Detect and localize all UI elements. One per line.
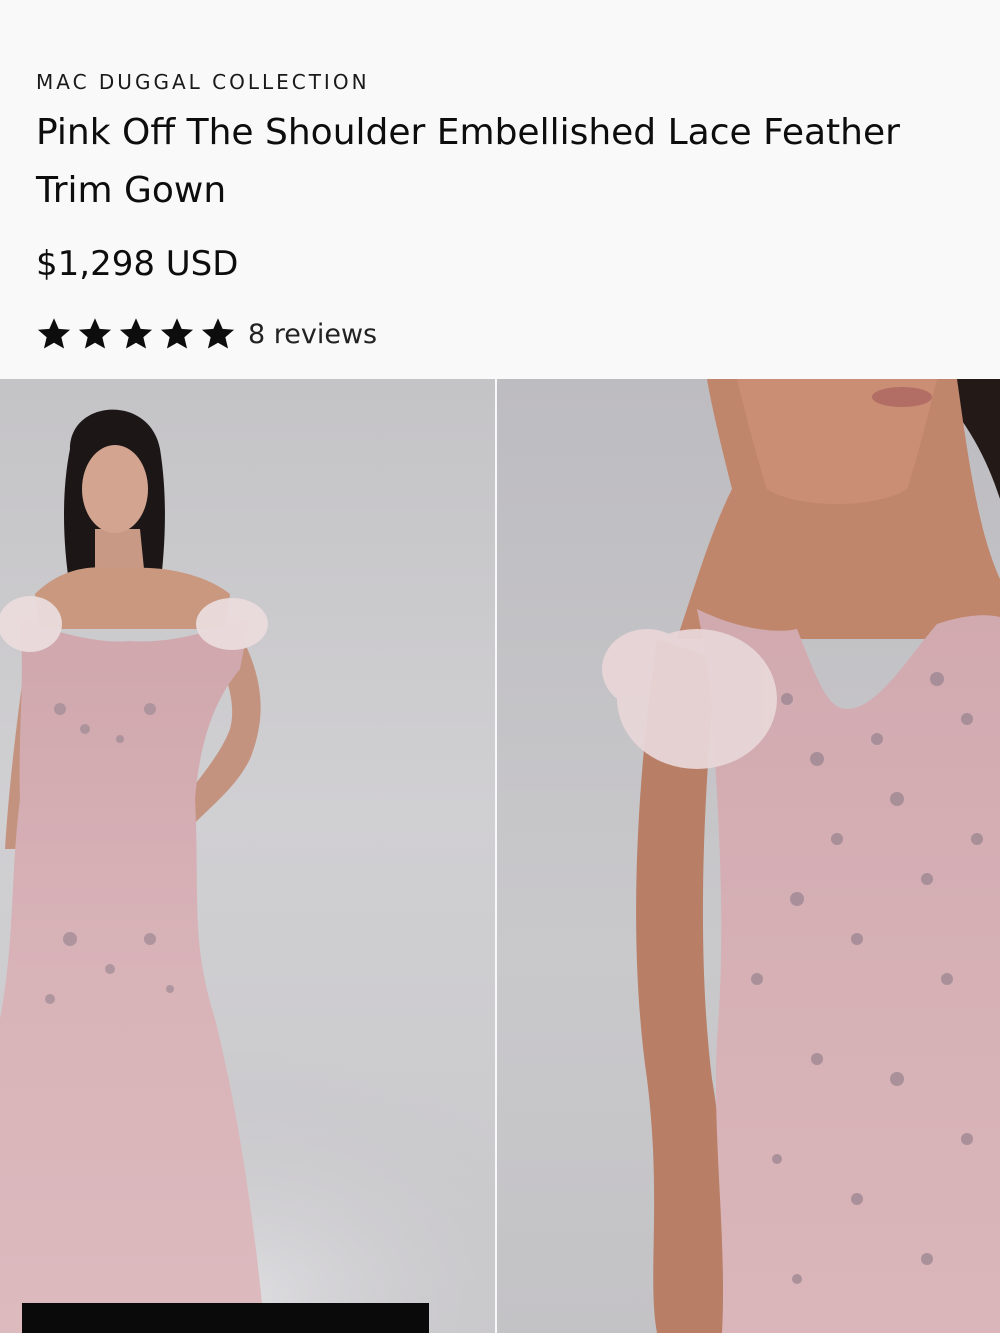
star-icon xyxy=(119,318,153,349)
product-gallery xyxy=(0,379,1000,1333)
product-image-full-length[interactable] xyxy=(0,379,495,1333)
closeup-illustration xyxy=(602,379,1000,1333)
brand-name[interactable]: MAC DUGGAL COLLECTION xyxy=(36,70,370,94)
star-icon xyxy=(160,318,194,349)
star-rating xyxy=(36,316,236,352)
add-to-cart-bar[interactable] xyxy=(22,1303,429,1333)
reviews-link[interactable]: 8 reviews xyxy=(248,319,377,350)
star-icon xyxy=(201,318,235,349)
product-rating[interactable]: 8 reviews xyxy=(36,312,377,356)
product-title: Pink Off The Shoulder Embellished Lace F… xyxy=(36,112,900,211)
product-header: MAC DUGGAL COLLECTION Pink Off The Shoul… xyxy=(0,0,1000,379)
product-price: $1,298 USD xyxy=(36,244,239,284)
star-icon xyxy=(37,318,71,349)
model-illustration xyxy=(0,409,495,1333)
star-icon xyxy=(78,318,112,349)
product-image-closeup[interactable] xyxy=(497,379,1000,1333)
